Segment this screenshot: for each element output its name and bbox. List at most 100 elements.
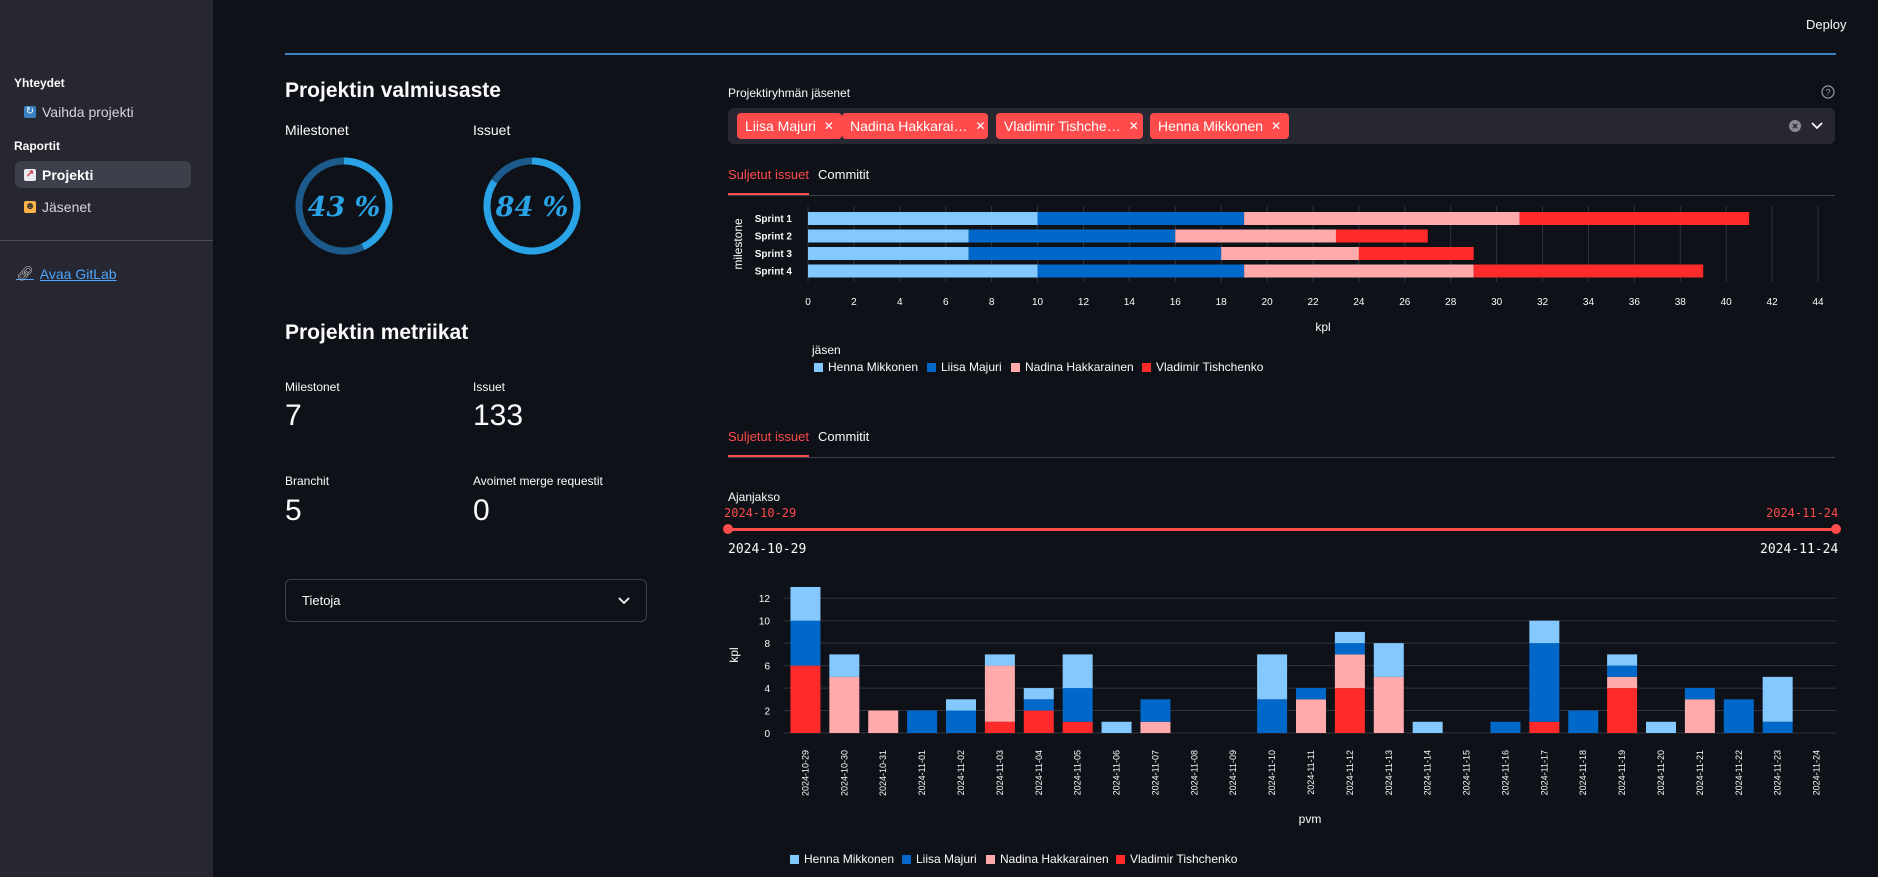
bar-segment[interactable] [1519,212,1750,225]
bar-segment[interactable] [1607,688,1638,733]
bar-segment[interactable] [1684,688,1715,700]
members-multiselect[interactable]: Liisa Majuri ✕ Nadina Hakkarai… ✕ Vladimir… [728,108,1835,144]
sidebar-item-label: Vaihda projekti [42,103,134,120]
bar-segment[interactable] [1257,654,1288,700]
bar-segment[interactable] [1062,721,1093,733]
bar-segment[interactable] [1140,721,1171,733]
bar-segment[interactable] [790,665,821,733]
legend-label: Vladimir Tishchenko [1130,852,1238,866]
bar-segment[interactable] [946,699,976,711]
info-expander[interactable]: Tietoja [285,579,647,622]
bar-segment[interactable] [1037,264,1245,278]
sidebar-item-project[interactable]: ↗ Projekti [15,161,191,188]
bar-segment[interactable] [1062,654,1093,689]
x-tick-label: 0 [805,297,811,308]
bar-segment[interactable] [790,620,821,666]
bar-segment[interactable] [1473,264,1704,278]
bar-segment[interactable] [1607,665,1638,677]
x-tick-label: 22 [1307,297,1319,308]
bar-segment[interactable] [868,710,899,733]
bar-segment[interactable] [1037,212,1245,225]
x-tick-label: 2024-11-11 [1306,750,1316,795]
bar-segment[interactable] [1607,654,1638,666]
bar-segment[interactable] [1257,699,1288,733]
close-icon[interactable]: ✕ [976,119,986,133]
bar-segment[interactable] [984,654,1015,666]
bar-segment[interactable] [1244,264,1474,278]
bar-segment[interactable] [1023,688,1054,700]
slider-end-handle[interactable] [1831,524,1841,534]
chevron-down-icon[interactable] [1811,122,1823,130]
tab-closed-issues[interactable]: Suljetut issuet [728,422,809,457]
bar-segment[interactable] [984,721,1015,733]
bar-segment[interactable] [1723,699,1754,733]
bar-segment[interactable] [1646,721,1676,733]
bar-segment[interactable] [907,710,938,733]
bar-segment[interactable] [1244,212,1520,225]
bar-segment[interactable] [968,247,1222,260]
member-chip[interactable]: Liisa Majuri ✕ [737,113,842,139]
bar-segment[interactable] [829,676,860,733]
bar-segment[interactable] [1529,721,1560,733]
bar-segment[interactable] [1140,699,1171,722]
bar-segment[interactable] [790,587,821,621]
close-icon[interactable]: ✕ [1129,119,1139,133]
bar-segment[interactable] [984,665,1015,722]
bar-segment[interactable] [1334,643,1365,655]
x-tick-label: 2024-11-15 [1462,750,1472,795]
gitlab-link[interactable]: 🔗︎ Avaa GitLab [16,265,117,282]
bar-segment[interactable] [1296,699,1326,733]
sidebar-item-members[interactable]: ☻ Jäsenet [15,193,191,220]
bar-segment[interactable] [1335,229,1428,243]
bar-segment[interactable] [1762,676,1793,722]
member-chip[interactable]: Henna Mikkonen ✕ [1150,113,1290,139]
bar-segment[interactable] [1373,643,1404,677]
member-chip[interactable]: Vladimir Tishche… ✕ [996,113,1143,139]
bar-segment[interactable] [946,710,976,733]
bar-segment[interactable] [1296,688,1326,700]
bar-segment[interactable] [1023,710,1054,733]
bar-segment[interactable] [1490,721,1521,733]
bar-segment[interactable] [1373,676,1404,733]
bar-segment[interactable] [1175,229,1336,243]
x-tick-label: 16 [1170,297,1182,308]
sidebar-item-change-project[interactable]: ↻ Vaihda projekti [15,98,191,125]
bar-segment[interactable] [1529,643,1560,722]
bar-segment[interactable] [1334,688,1365,733]
bar-segment[interactable] [1023,699,1054,711]
bar-segment[interactable] [1334,631,1365,644]
tab-commits[interactable]: Commitit [818,160,869,195]
deploy-button[interactable]: Deploy [1806,17,1846,32]
close-icon[interactable]: ✕ [1271,119,1281,133]
x-tick-label: 2024-11-14 [1423,750,1433,795]
bar-segment[interactable] [1334,654,1365,689]
bar-segment[interactable] [1529,620,1560,644]
x-tick-label: 2024-11-22 [1734,750,1744,795]
bar-segment[interactable] [1412,721,1443,733]
bar-segment[interactable] [1358,247,1474,260]
tab-commits[interactable]: Commitit [818,422,869,457]
help-icon[interactable]: ? [1821,85,1835,99]
x-tick-label: 2024-11-03 [995,750,1005,795]
bar-segment[interactable] [1607,676,1638,689]
close-icon[interactable]: ✕ [824,119,834,133]
tab-closed-issues[interactable]: Suljetut issuet [728,160,809,195]
bar-segment[interactable] [1684,699,1715,733]
slider-start-handle[interactable] [723,524,733,534]
bar-segment[interactable] [1101,721,1132,733]
bar-segment[interactable] [1568,710,1599,733]
bar-segment[interactable] [1062,688,1093,722]
bar-segment[interactable] [1221,247,1359,260]
clear-all-icon[interactable] [1789,120,1801,132]
slider-track[interactable] [728,528,1836,531]
bar-segment[interactable] [1762,721,1793,733]
bar-segment[interactable] [808,264,1038,278]
metric-value: 5 [285,494,302,527]
bar-segment[interactable] [808,229,969,243]
bar-segment[interactable] [808,247,969,260]
x-tick-label: 2024-11-16 [1500,750,1510,795]
bar-segment[interactable] [808,212,1038,225]
bar-segment[interactable] [968,229,1176,243]
bar-segment[interactable] [829,654,860,677]
member-chip[interactable]: Nadina Hakkarai… ✕ [842,113,988,139]
